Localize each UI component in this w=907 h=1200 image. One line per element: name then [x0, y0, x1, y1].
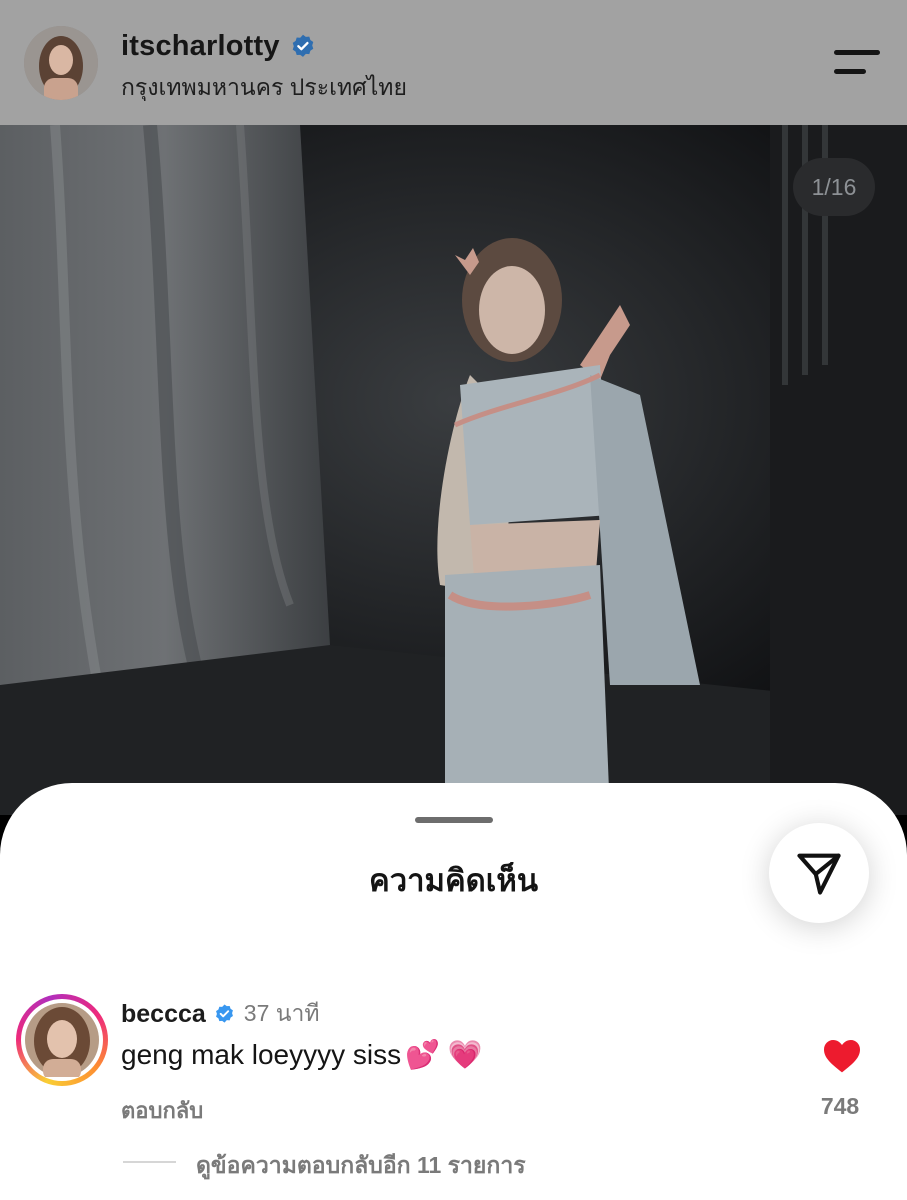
divider: [123, 1161, 176, 1163]
sheet-grabber[interactable]: [415, 817, 493, 823]
send-icon: [797, 853, 841, 895]
image-counter: 1/16: [793, 158, 875, 216]
comments-sheet: ความคิดเห็น beccca 37 นาที geng mak loey…: [0, 783, 907, 1200]
share-button[interactable]: [769, 823, 869, 923]
post-username[interactable]: itscharlotty: [121, 30, 280, 63]
post-photo[interactable]: [0, 125, 907, 815]
comment-emoji: 💕 💗: [405, 1039, 483, 1070]
reply-button[interactable]: ตอบกลับ: [121, 1093, 203, 1128]
comment-body: geng mak loeyyyy siss: [121, 1038, 402, 1070]
post-header: itscharlotty กรุงเทพมหานคร ประเทศไทย: [0, 0, 907, 125]
like-count: 748: [820, 1093, 860, 1119]
comment-username[interactable]: beccca: [121, 1000, 206, 1029]
comment-timestamp: 37 นาที: [243, 1000, 320, 1026]
menu-icon[interactable]: [828, 44, 884, 84]
profile-avatar[interactable]: [24, 26, 98, 100]
comment-avatar[interactable]: [16, 994, 108, 1086]
verified-badge-icon: [292, 34, 313, 57]
comment-text: geng mak loeyyyy siss 💕 💗: [121, 1038, 483, 1071]
post-location[interactable]: กรุงเทพมหานคร ประเทศไทย: [121, 70, 407, 106]
view-more-replies-button[interactable]: ดูข้อความตอบกลับอีก 11 รายการ: [196, 1148, 526, 1184]
heart-icon[interactable]: [822, 1038, 862, 1074]
verified-badge-icon: [215, 1003, 233, 1023]
